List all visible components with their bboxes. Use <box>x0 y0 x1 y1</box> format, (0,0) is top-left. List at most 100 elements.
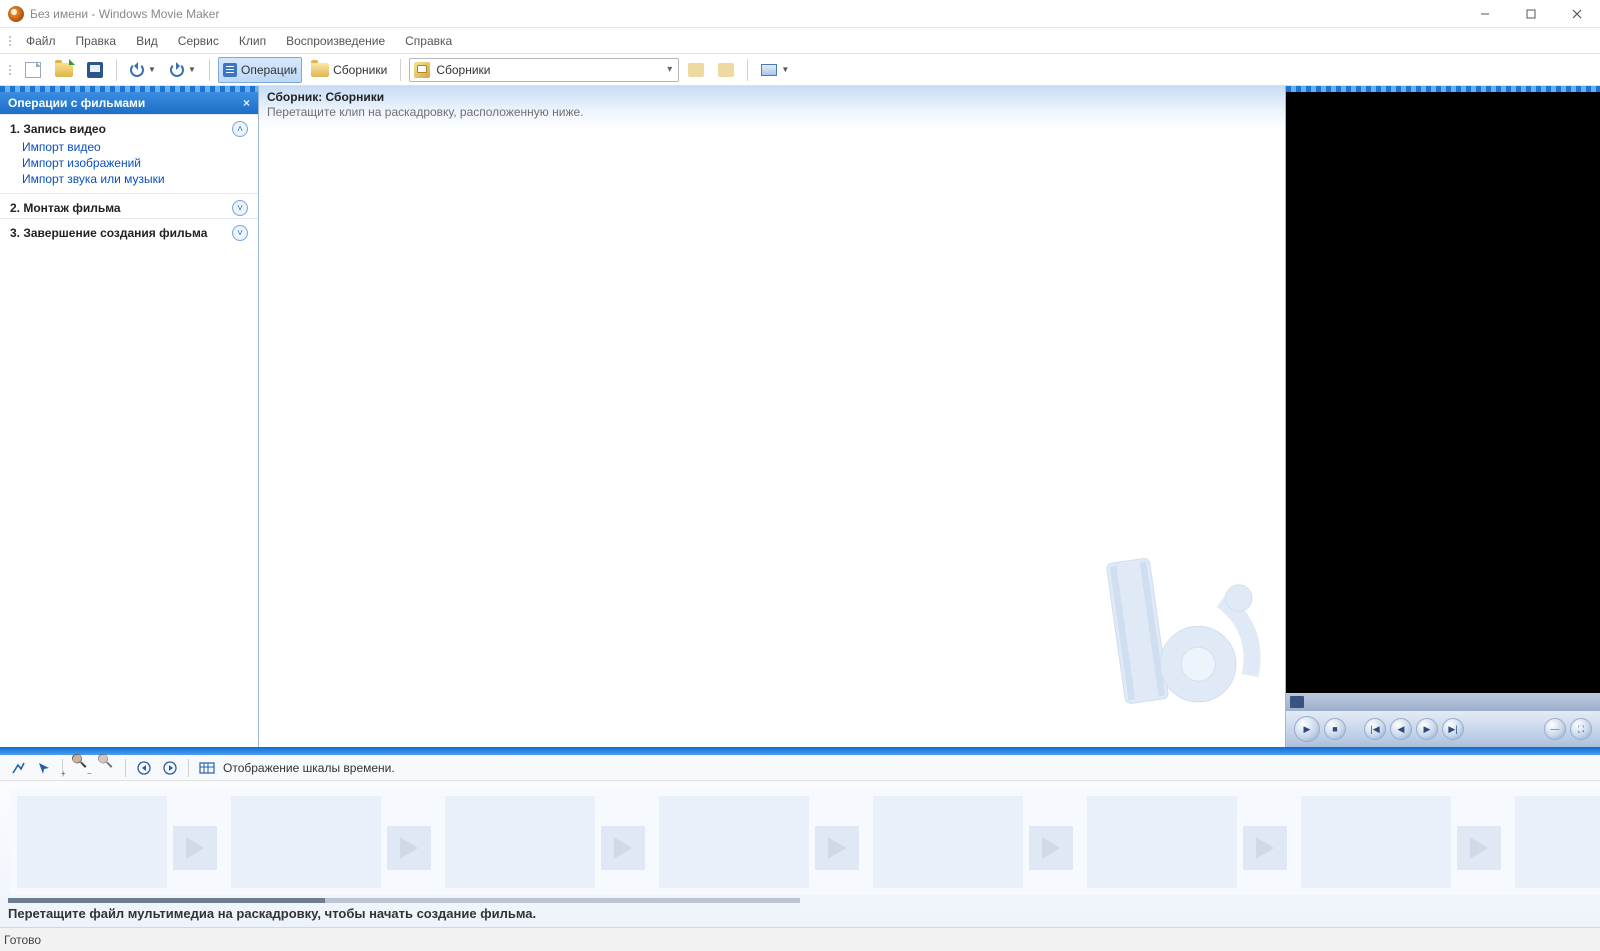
tasks-icon <box>223 63 237 77</box>
menu-clip[interactable]: Клип <box>229 30 276 52</box>
collection-header: Сборник: Сборники Перетащите клип на рас… <box>259 86 1285 129</box>
main-area: Операции с фильмами × 1. Запись видео ˄ … <box>0 86 1600 747</box>
redo-button[interactable]: ▼ <box>165 57 201 83</box>
status-text: Готово <box>4 933 41 947</box>
tasks-label: Операции <box>241 63 297 77</box>
task-pane: Операции с фильмами × 1. Запись видео ˄ … <box>0 86 258 747</box>
collections-combo[interactable]: Сборники ▾ <box>409 58 679 82</box>
menu-help[interactable]: Справка <box>395 30 462 52</box>
play-icon <box>163 761 177 775</box>
transition-placeholder[interactable] <box>601 826 645 870</box>
chevron-down-icon[interactable]: ▼ <box>781 65 789 74</box>
link-import-audio[interactable]: Импорт звука или музыки <box>22 171 248 187</box>
task-pane-close-icon[interactable]: × <box>243 96 250 110</box>
separator <box>188 759 189 777</box>
minimize-button[interactable] <box>1462 0 1508 28</box>
storyboard-cell[interactable] <box>10 789 224 895</box>
grip-handle[interactable] <box>10 60 16 80</box>
splitter-horizontal[interactable] <box>0 747 1600 755</box>
view-icon <box>761 64 777 76</box>
clip-placeholder <box>873 796 1023 888</box>
zoom-out-button[interactable] <box>97 758 117 778</box>
chevron-down-icon[interactable]: ▼ <box>148 65 156 74</box>
new-project-button[interactable] <box>20 57 46 83</box>
task-group-edit[interactable]: 2. Монтаж фильма ˅ <box>0 193 258 218</box>
redo-icon <box>170 63 184 77</box>
storyboard-cell[interactable] <box>1080 789 1294 895</box>
combo-value: Сборники <box>436 63 659 77</box>
link-import-images[interactable]: Импорт изображений <box>22 155 248 171</box>
set-level-button[interactable] <box>8 758 28 778</box>
transition-placeholder[interactable] <box>1243 826 1287 870</box>
undo-button[interactable]: ▼ <box>125 57 161 83</box>
preview-seek-bar[interactable] <box>1286 693 1600 711</box>
expand-toggle-icon[interactable]: ˅ <box>232 225 248 241</box>
link-import-video[interactable]: Импорт видео <box>22 139 248 155</box>
maximize-button[interactable] <box>1508 0 1554 28</box>
split-clip-button[interactable]: ⎯⎯ <box>1544 718 1566 740</box>
preview-panel: ▶ ■ |◀ ◀ ▶ ▶| ⎯⎯ ⛶ <box>1285 86 1600 747</box>
window-title: Без имени - Windows Movie Maker <box>30 7 219 21</box>
new-folder-button[interactable] <box>713 57 739 83</box>
up-folder-button[interactable] <box>683 57 709 83</box>
menu-edit[interactable]: Правка <box>66 30 127 52</box>
tasks-toggle-button[interactable]: Операции <box>218 57 302 83</box>
next-clip-button[interactable]: ▶| <box>1442 718 1464 740</box>
menu-file[interactable]: Файл <box>16 30 66 52</box>
narrate-button[interactable] <box>34 758 54 778</box>
prev-clip-button[interactable]: |◀ <box>1364 718 1386 740</box>
open-project-button[interactable] <box>50 57 78 83</box>
storyboard-cell[interactable] <box>1294 789 1508 895</box>
collection-panel: Сборник: Сборники Перетащите клип на рас… <box>258 86 1285 747</box>
folder-new-icon <box>718 63 734 77</box>
seek-position-icon[interactable] <box>1290 696 1304 708</box>
menu-view[interactable]: Вид <box>126 30 168 52</box>
rewind-button[interactable] <box>134 758 154 778</box>
timeline-toggle-label[interactable]: Отображение шкалы времени. <box>223 761 395 775</box>
storyboard-scrollbar[interactable] <box>8 898 800 903</box>
play-timeline-button[interactable] <box>160 758 180 778</box>
pointer-icon <box>36 760 52 776</box>
step-back-button[interactable]: ◀ <box>1390 718 1412 740</box>
chevron-down-icon[interactable]: ▾ <box>665 64 674 75</box>
clip-placeholder <box>1515 796 1600 888</box>
collections-toggle-button[interactable]: Сборники <box>306 57 392 83</box>
chevron-down-icon[interactable]: ▼ <box>188 65 196 74</box>
status-bar: Готово <box>0 927 1600 951</box>
storyboard-cell[interactable] <box>224 789 438 895</box>
expand-toggle-icon[interactable]: ˅ <box>232 200 248 216</box>
storyboard-cell[interactable] <box>1508 789 1600 895</box>
storyboard-cell[interactable] <box>866 789 1080 895</box>
storyboard-cell[interactable] <box>438 789 652 895</box>
play-button[interactable]: ▶ <box>1294 716 1320 742</box>
storyboard-cell[interactable] <box>652 789 866 895</box>
task-group-finish[interactable]: 3. Завершение создания фильма ˅ <box>0 218 258 243</box>
view-mode-button[interactable]: ▼ <box>756 57 794 83</box>
clip-placeholder <box>1087 796 1237 888</box>
timeline-toggle-button[interactable] <box>197 758 217 778</box>
fullscreen-button[interactable]: ⛶ <box>1570 718 1592 740</box>
step-forward-button[interactable]: ▶ <box>1416 718 1438 740</box>
task-group-capture[interactable]: 1. Запись видео ˄ <box>0 114 258 139</box>
transition-placeholder[interactable] <box>387 826 431 870</box>
stop-button[interactable]: ■ <box>1324 718 1346 740</box>
storyboard-hint: Перетащите файл мультимедиа на раскадров… <box>8 906 536 921</box>
collapse-toggle-icon[interactable]: ˄ <box>232 121 248 137</box>
separator <box>209 59 210 81</box>
window-controls <box>1462 0 1600 28</box>
collection-body[interactable] <box>259 129 1285 747</box>
folder-icon <box>414 62 430 78</box>
transition-placeholder[interactable] <box>1457 826 1501 870</box>
transition-placeholder[interactable] <box>815 826 859 870</box>
titlebar: Без имени - Windows Movie Maker <box>0 0 1600 28</box>
menu-tools[interactable]: Сервис <box>168 30 229 52</box>
menu-play[interactable]: Воспроизведение <box>276 30 395 52</box>
menu-bar: Файл Правка Вид Сервис Клип Воспроизведе… <box>0 28 1600 54</box>
save-icon <box>87 62 103 78</box>
close-button[interactable] <box>1554 0 1600 28</box>
transition-placeholder[interactable] <box>1029 826 1073 870</box>
clip-placeholder <box>1301 796 1451 888</box>
transition-placeholder[interactable] <box>173 826 217 870</box>
storyboard[interactable]: Перетащите файл мультимедиа на раскадров… <box>0 781 1600 927</box>
save-project-button[interactable] <box>82 57 108 83</box>
